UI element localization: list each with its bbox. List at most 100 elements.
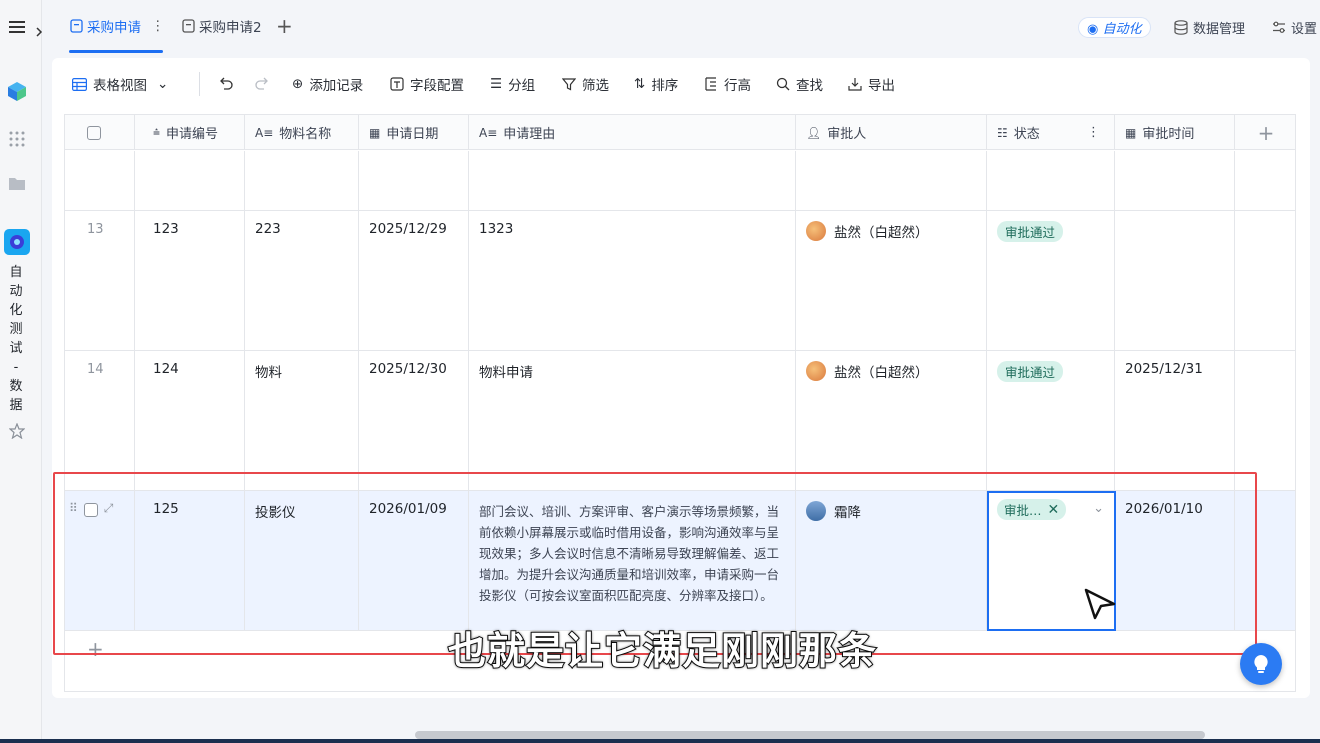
table-cell[interactable] xyxy=(1115,151,1235,210)
row-checkbox[interactable] xyxy=(83,503,98,517)
cell-value: 2025/12/31 xyxy=(1125,361,1203,377)
reason-cell[interactable]: 物料申请 xyxy=(469,351,796,490)
add-column-icon[interactable]: + xyxy=(1235,115,1295,150)
table-cell[interactable] xyxy=(245,151,359,210)
add-tab-icon[interactable]: + xyxy=(276,14,293,38)
tab-more-icon[interactable]: ⋮ xyxy=(151,18,165,34)
approve-time-cell[interactable] xyxy=(1115,211,1235,350)
table-cell[interactable] xyxy=(469,151,796,210)
cell-value: 2025/12/29 xyxy=(369,221,447,237)
approve-time-cell[interactable]: 2026/01/10 xyxy=(1115,491,1235,630)
app-logo-icon[interactable] xyxy=(4,229,30,255)
table-cell[interactable] xyxy=(135,151,245,210)
status-cell[interactable]: 审批通过 xyxy=(987,211,1115,350)
settings-label: 设置 xyxy=(1291,21,1318,37)
table-cell[interactable] xyxy=(796,151,987,210)
group-button[interactable]: ☰ 分组 xyxy=(490,73,535,95)
table-row[interactable]: 13 123 223 2025/12/29 1323 盐然（白超然） 审批通过 xyxy=(65,211,1295,351)
list-icon: ☰ xyxy=(490,76,503,92)
cell-value: 物料 xyxy=(255,365,282,381)
settings-button[interactable]: 设置 xyxy=(1272,14,1317,40)
window-bottom-edge xyxy=(0,739,1320,743)
find-button[interactable]: 查找 xyxy=(776,73,823,95)
id-cell[interactable]: 123 xyxy=(135,211,245,350)
approver-cell[interactable]: 霜降 xyxy=(796,491,987,630)
app-name-char: 试 xyxy=(9,341,23,356)
column-header[interactable]: ⩮ 申请编号 xyxy=(135,115,245,150)
select-all-checkbox-cell[interactable] xyxy=(65,115,135,150)
cell-value: 2026/01/09 xyxy=(369,501,447,517)
reason-cell[interactable]: 部门会议、培训、方案评审、客户演示等场景频繁，当前依赖小屏幕展示或临时借用设备，… xyxy=(469,491,796,630)
cube-app-icon[interactable] xyxy=(4,78,30,104)
id-cell[interactable]: 125 xyxy=(135,491,245,630)
column-more-icon[interactable]: ⋮ xyxy=(1087,125,1100,140)
folder-icon[interactable] xyxy=(4,170,30,196)
status-cell-editing[interactable]: 审批… ✕ ⌄ xyxy=(987,491,1116,631)
sliders-icon xyxy=(1273,21,1285,33)
scrollbar-thumb[interactable] xyxy=(415,731,1205,739)
cell-value: 1323 xyxy=(479,221,514,237)
select-all-checkbox[interactable] xyxy=(87,125,101,140)
calendar-icon: ▦ xyxy=(369,125,381,140)
column-header[interactable]: 👤︎ 审批人 xyxy=(796,115,987,150)
column-header[interactable]: ▦ 审批时间 xyxy=(1115,115,1235,150)
row-number-cell xyxy=(65,151,135,210)
export-button[interactable]: 导出 xyxy=(848,73,895,95)
table-row-selected[interactable]: ⠿ ⤢ 125 投影仪 2026/01/09 部门会议、培训、方案评审、客户演示… xyxy=(65,491,1295,631)
toolbar: 表格视图 ⌄ ⊕ 添加记录 字段配置 ☰ 分组 筛选 ⇅ 排序 行高 查找 导出 xyxy=(52,58,1310,110)
expand-record-icon[interactable]: ⤢ xyxy=(104,501,114,516)
date-cell[interactable]: 2026/01/09 xyxy=(359,491,469,630)
table-cell[interactable] xyxy=(359,151,469,210)
material-cell[interactable]: 物料 xyxy=(245,351,359,490)
row-height-button[interactable]: 行高 xyxy=(704,73,751,95)
lightbulb-icon xyxy=(1254,655,1268,673)
undo-icon[interactable] xyxy=(218,73,234,95)
add-row-icon[interactable]: + xyxy=(87,637,104,661)
table-row[interactable] xyxy=(65,151,1295,211)
view-switcher[interactable]: 表格视图 ⌄ xyxy=(72,73,168,95)
tab-purchase-request[interactable]: 采购申请 ⋮ xyxy=(70,14,165,38)
column-header[interactable]: A≡ 物料名称 xyxy=(245,115,359,150)
automation-button[interactable]: ◉ 自动化 xyxy=(1078,14,1151,40)
id-cell[interactable]: 124 xyxy=(135,351,245,490)
cell-value: 223 xyxy=(255,221,281,237)
material-cell[interactable]: 223 xyxy=(245,211,359,350)
table-row[interactable]: 14 124 物料 2025/12/30 物料申请 盐然（白超然） 审批通过 2… xyxy=(65,351,1295,491)
table-cell[interactable] xyxy=(987,151,1115,210)
close-icon[interactable]: ✕ xyxy=(1048,502,1060,518)
status-tag[interactable]: 审批… ✕ xyxy=(997,499,1067,520)
column-header-label: 申请编号 xyxy=(166,127,219,142)
add-record-button[interactable]: ⊕ 添加记录 xyxy=(292,73,363,95)
star-icon[interactable] xyxy=(4,418,30,444)
drag-handle-icon[interactable]: ⠿ xyxy=(69,501,78,515)
auto-number-icon: ⩮ xyxy=(153,125,161,139)
expand-chevron-icon[interactable] xyxy=(34,26,44,42)
help-assistant-button[interactable] xyxy=(1240,643,1282,685)
app-name-vertical[interactable]: 自 动 化 测 试 - 数 据 xyxy=(0,264,32,414)
person-icon: 👤︎ xyxy=(806,125,822,140)
column-header[interactable]: A≡ 申请理由 xyxy=(469,115,796,150)
text-field-icon: A≡ xyxy=(255,125,274,140)
date-cell[interactable]: 2025/12/29 xyxy=(359,211,469,350)
field-config-button[interactable]: 字段配置 xyxy=(390,73,464,95)
filter-button[interactable]: 筛选 xyxy=(562,73,609,95)
horizontal-scrollbar[interactable] xyxy=(130,731,1320,739)
table-view-icon xyxy=(72,77,87,91)
sort-icon: ⇅ xyxy=(634,76,646,92)
status-cell[interactable]: 审批通过 xyxy=(987,351,1115,490)
reason-cell[interactable]: 1323 xyxy=(469,211,796,350)
redo-icon[interactable] xyxy=(254,73,270,95)
date-cell[interactable]: 2025/12/30 xyxy=(359,351,469,490)
apps-grid-icon[interactable] xyxy=(4,126,30,152)
column-header[interactable]: ☷ 状态 ⋮ xyxy=(987,115,1115,150)
data-manage-button[interactable]: 数据管理 xyxy=(1174,14,1245,40)
column-header[interactable]: ▦ 申请日期 xyxy=(359,115,469,150)
approve-time-cell[interactable]: 2025/12/31 xyxy=(1115,351,1235,490)
approver-cell[interactable]: 盐然（白超然） xyxy=(796,211,987,350)
menu-icon[interactable] xyxy=(4,14,30,40)
approver-cell[interactable]: 盐然（白超然） xyxy=(796,351,987,490)
sort-button[interactable]: ⇅ 排序 xyxy=(634,73,678,95)
material-cell[interactable]: 投影仪 xyxy=(245,491,359,630)
tab-purchase-request-2[interactable]: 采购申请2 xyxy=(182,14,262,38)
chevron-down-icon[interactable]: ⌄ xyxy=(1093,501,1104,516)
